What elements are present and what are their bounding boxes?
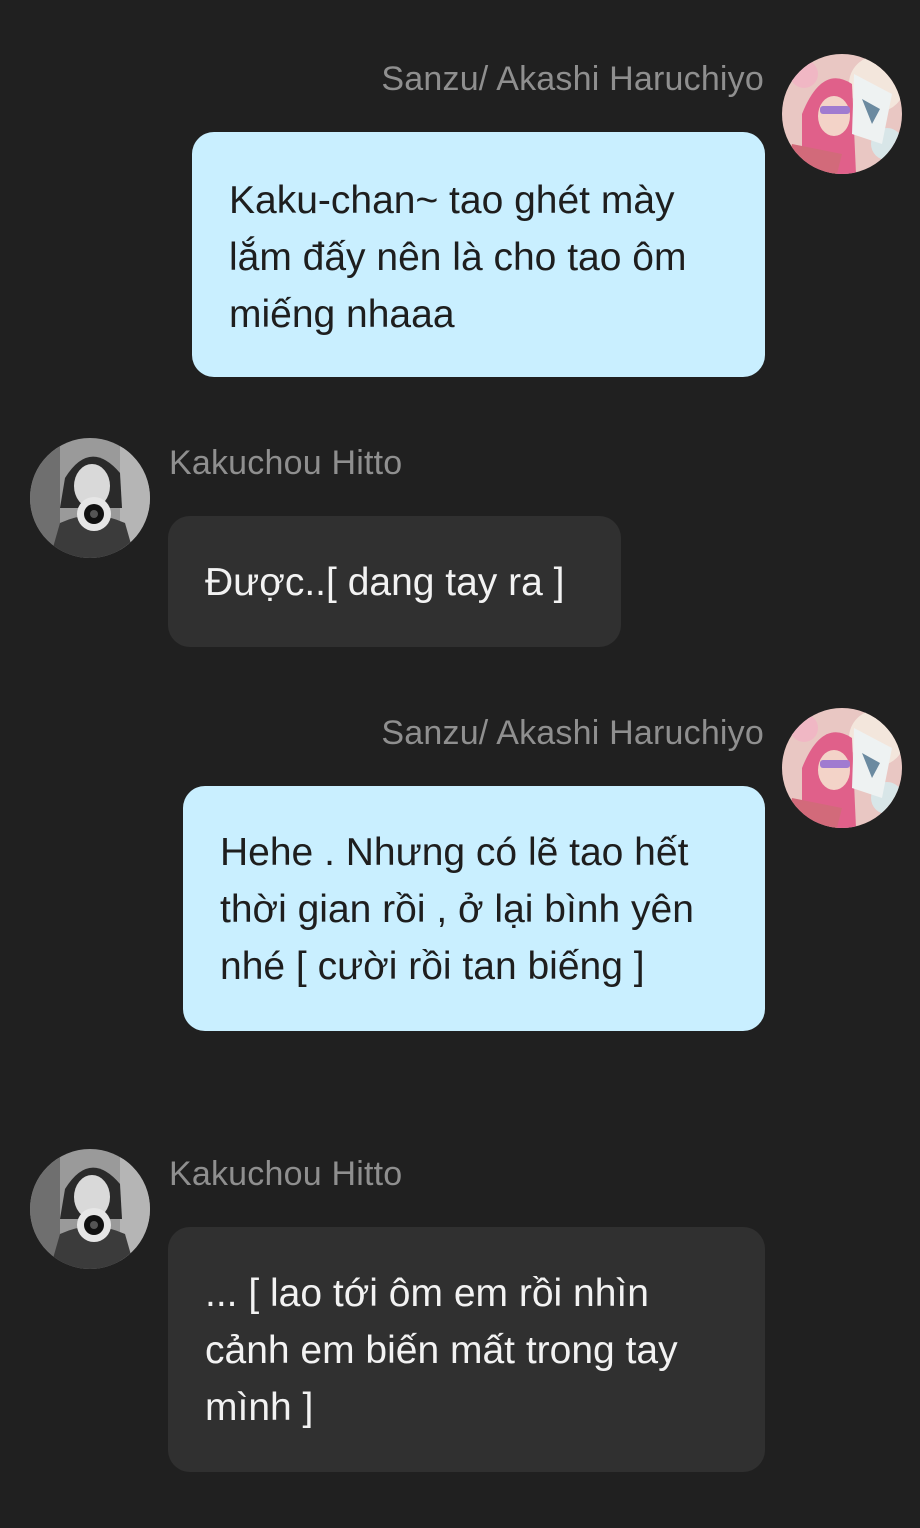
sender-name: Sanzu/ Akashi Haruchiyo (381, 60, 764, 98)
message-bubble-incoming: ... [ lao tới ôm em rồi nhìn cảnh em biế… (168, 1227, 765, 1472)
message-bubble-outgoing: Hehe . Nhưng có lẽ tao hết thời gian rồi… (183, 786, 765, 1031)
sanzu-avatar-icon[interactable] (782, 54, 902, 174)
message-bubble-outgoing: Kaku-chan~ tao ghét mày lắm đấy nên là c… (192, 132, 765, 377)
kakucho-avatar-icon[interactable] (30, 438, 150, 558)
sender-name: Kakuchou Hitto (169, 1155, 403, 1193)
kakucho-avatar-icon[interactable] (30, 1149, 150, 1269)
chat-view: Sanzu/ Akashi Haruchiyo Kaku-chan~ tao g… (0, 0, 920, 1528)
sanzu-avatar-icon[interactable] (782, 708, 902, 828)
sender-name: Sanzu/ Akashi Haruchiyo (381, 714, 764, 752)
sender-name: Kakuchou Hitto (169, 444, 403, 482)
message-bubble-incoming: Được..[ dang tay ra ] (168, 516, 621, 647)
